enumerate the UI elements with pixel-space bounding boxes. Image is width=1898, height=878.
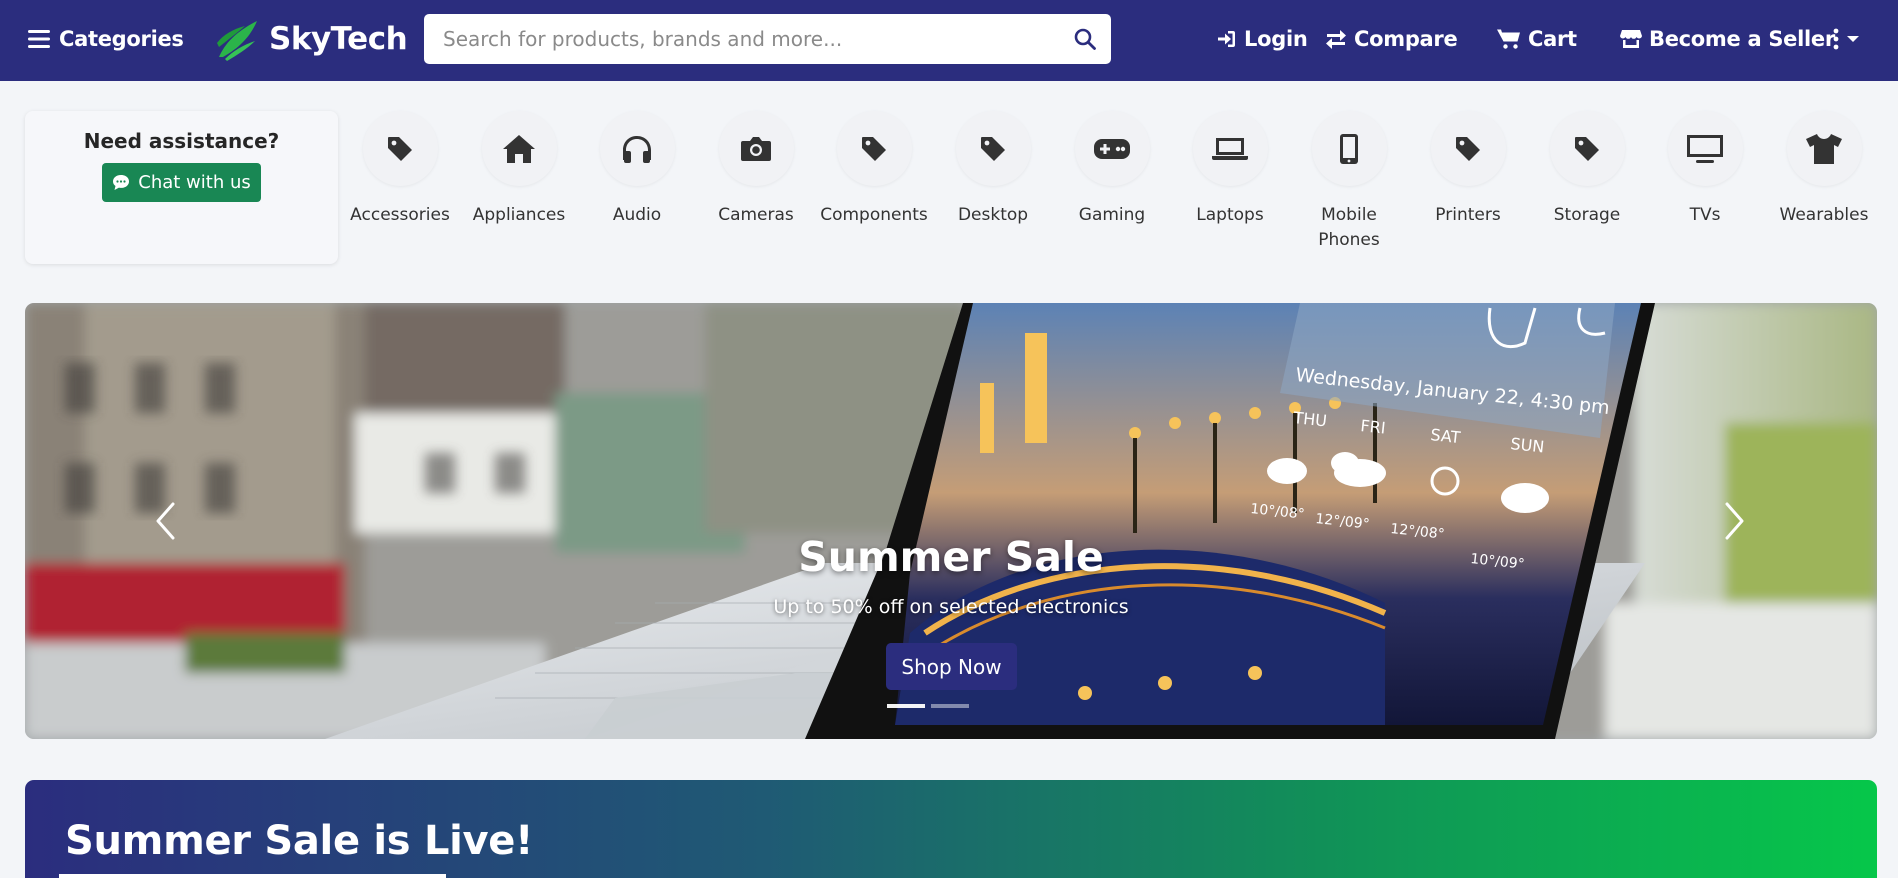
category-printers[interactable]: Printers: [1409, 111, 1527, 228]
search-input[interactable]: [443, 19, 1063, 59]
compare-label: Compare: [1354, 27, 1458, 51]
carousel-indicator[interactable]: [931, 704, 969, 708]
category-wearables[interactable]: Wearables: [1765, 111, 1883, 228]
category-icon-circle: [955, 111, 1031, 186]
category-label: Desktop: [957, 205, 1029, 225]
category-icon-circle: [599, 111, 675, 186]
tshirt-icon: [1806, 133, 1842, 164]
cart-label: Cart: [1528, 27, 1577, 51]
tag-icon: [388, 136, 412, 161]
category-label: Wearables: [1779, 205, 1869, 225]
category-desktop[interactable]: Desktop: [934, 111, 1052, 228]
category-icon-circle: [1192, 111, 1268, 186]
category-cameras[interactable]: Cameras: [697, 111, 815, 228]
leaf-logo-icon: [217, 21, 257, 61]
categories-label: Categories: [59, 27, 184, 51]
headphones-icon: [623, 135, 651, 163]
login-link[interactable]: Login: [1217, 24, 1308, 54]
hero-carousel: Wednesday, January 22, 4:30 pm THU FRI S…: [25, 303, 1877, 739]
tag-icon: [1456, 136, 1480, 161]
category-icon-circle: [362, 111, 438, 186]
category-gaming[interactable]: Gaming: [1053, 111, 1171, 228]
assistance-title: Need assistance?: [83, 129, 280, 153]
tag-icon: [981, 136, 1005, 161]
category-label: Cameras: [718, 205, 794, 225]
promo-underline: [59, 874, 446, 878]
carousel-indicators: [887, 704, 969, 708]
become-seller-label: Become a Seller: [1649, 27, 1835, 51]
screen-day-label: SAT: [1430, 425, 1462, 447]
search-icon[interactable]: [1073, 27, 1097, 51]
category-icon-circle: [718, 111, 794, 186]
category-label: Mobile Phones: [1318, 205, 1380, 250]
screen-day-label: THU: [1292, 408, 1328, 431]
become-seller-link[interactable]: Become a Seller: [1620, 24, 1835, 54]
category-icon-circle: [1311, 111, 1387, 186]
category-label: Storage: [1553, 205, 1621, 225]
tag-icon: [862, 136, 886, 161]
brand-logo[interactable]: SkyTech: [215, 16, 408, 62]
hero-subtitle: Up to 50% off on selected electronics: [773, 596, 1129, 618]
promo-title: Summer Sale is Live!: [65, 818, 534, 864]
more-options-dropdown[interactable]: [1832, 26, 1860, 52]
hero-title: Summer Sale: [798, 533, 1104, 581]
tag-icon: [1575, 136, 1599, 161]
category-components[interactable]: Components: [815, 111, 933, 228]
exchange-arrows-icon: [1326, 30, 1346, 49]
category-laptops[interactable]: Laptops: [1171, 111, 1289, 228]
assistance-card: Need assistance? Chat with us: [25, 111, 338, 264]
gamepad-icon: [1094, 138, 1130, 159]
carousel-indicator[interactable]: [887, 704, 925, 708]
laptop-icon: [1212, 137, 1248, 160]
category-icon-circle: [1549, 111, 1625, 186]
caret-down-icon: [1847, 36, 1859, 42]
category-label: Audio: [612, 205, 662, 225]
screen-day-label: FRI: [1360, 416, 1387, 438]
category-audio[interactable]: Audio: [578, 111, 696, 228]
top-navbar: Categories SkyTech Login Compare: [0, 0, 1898, 81]
brand-name: SkyTech: [269, 21, 408, 57]
category-icon-circle: [1074, 111, 1150, 186]
category-storage[interactable]: Storage: [1528, 111, 1646, 228]
mobile-icon: [1340, 133, 1358, 164]
category-mobile-phones[interactable]: Mobile Phones: [1290, 111, 1408, 253]
category-icon-circle: [836, 111, 912, 186]
chat-bubble-icon: [113, 175, 130, 190]
category-tvs[interactable]: TVs: [1646, 111, 1764, 228]
category-label: Laptops: [1196, 205, 1264, 225]
hamburger-icon: [28, 30, 50, 48]
category-label: Components: [820, 205, 928, 225]
category-accessories[interactable]: Accessories: [341, 111, 459, 228]
camera-icon: [741, 136, 771, 161]
cart-icon: [1497, 29, 1520, 49]
chat-button-label: Chat with us: [138, 172, 251, 193]
screen-day-label: SUN: [1510, 434, 1546, 456]
chat-with-us-button[interactable]: Chat with us: [102, 163, 261, 202]
category-label: Appliances: [472, 205, 566, 225]
category-label: TVs: [1689, 205, 1721, 225]
store-icon: [1620, 30, 1642, 48]
category-label: Printers: [1435, 205, 1501, 225]
login-label: Login: [1244, 27, 1308, 51]
kebab-menu-icon: [1833, 28, 1839, 50]
categories-menu-button[interactable]: Categories: [28, 24, 184, 54]
sign-in-icon: [1218, 31, 1235, 47]
category-icon-circle: [1786, 111, 1862, 186]
category-icon-circle: [481, 111, 557, 186]
tv-icon: [1687, 134, 1723, 163]
category-icon-circle: [1667, 111, 1743, 186]
home-icon: [503, 134, 535, 163]
category-icon-circle: [1430, 111, 1506, 186]
cart-link[interactable]: Cart: [1497, 24, 1577, 54]
promo-banner: Summer Sale is Live!: [25, 780, 1877, 878]
search-bar: [424, 14, 1111, 64]
category-label: Gaming: [1078, 205, 1146, 225]
compare-link[interactable]: Compare: [1325, 24, 1458, 54]
category-label: Accessories: [350, 205, 450, 225]
category-appliances[interactable]: Appliances: [460, 111, 578, 228]
shop-now-button[interactable]: Shop Now: [886, 643, 1017, 690]
